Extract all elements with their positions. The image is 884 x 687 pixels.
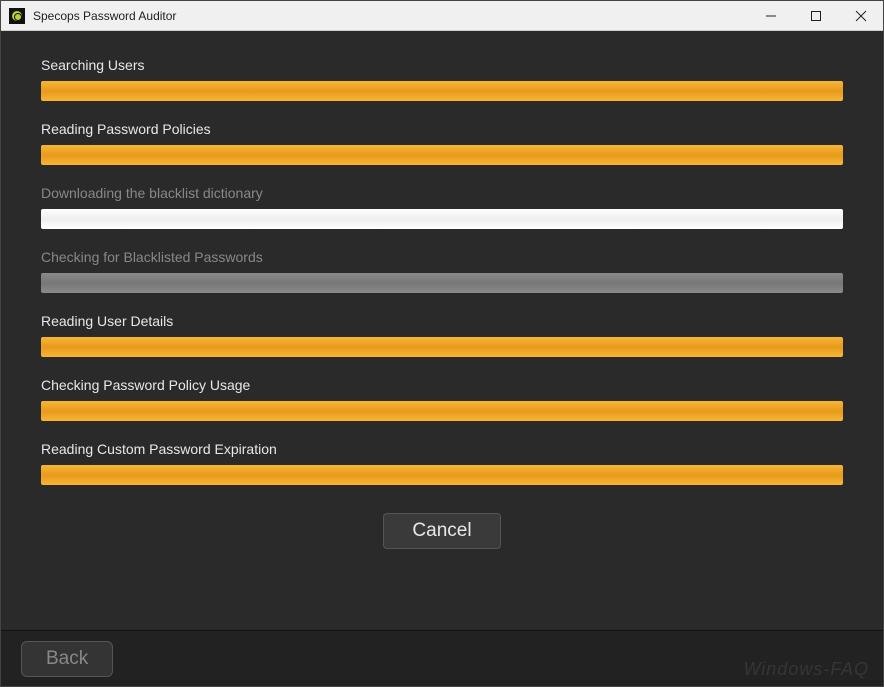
task-label: Downloading the blacklist dictionary <box>41 185 843 201</box>
progress-bar <box>41 273 843 293</box>
progress-bar <box>41 81 843 101</box>
cancel-button[interactable]: Cancel <box>383 513 500 549</box>
task-row: Reading Password Policies <box>41 121 843 165</box>
minimize-button[interactable] <box>748 1 793 30</box>
task-label: Reading Password Policies <box>41 121 843 137</box>
back-button[interactable]: Back <box>21 641 113 677</box>
progress-fill <box>41 209 843 229</box>
progress-bar <box>41 337 843 357</box>
progress-fill <box>41 465 843 485</box>
cancel-row: Cancel <box>41 513 843 549</box>
app-window: Specops Password Auditor Searching Users… <box>0 0 884 687</box>
task-row: Checking for Blacklisted Passwords <box>41 249 843 293</box>
progress-fill <box>41 273 843 293</box>
progress-bar <box>41 145 843 165</box>
task-label: Checking Password Policy Usage <box>41 377 843 393</box>
titlebar: Specops Password Auditor <box>1 1 883 31</box>
progress-fill <box>41 401 843 421</box>
task-label: Reading User Details <box>41 313 843 329</box>
task-label: Checking for Blacklisted Passwords <box>41 249 843 265</box>
watermark: Windows-FAQ <box>743 659 869 680</box>
close-button[interactable] <box>838 1 883 30</box>
task-row: Checking Password Policy Usage <box>41 377 843 421</box>
task-label: Reading Custom Password Expiration <box>41 441 843 457</box>
task-label: Searching Users <box>41 57 843 73</box>
progress-bar <box>41 401 843 421</box>
task-row: Searching Users <box>41 57 843 101</box>
app-icon <box>9 8 25 24</box>
progress-fill <box>41 145 843 165</box>
maximize-button[interactable] <box>793 1 838 30</box>
footer: Back Windows-FAQ <box>1 630 883 686</box>
progress-fill <box>41 81 843 101</box>
task-row: Reading User Details <box>41 313 843 357</box>
progress-bar <box>41 209 843 229</box>
progress-fill <box>41 337 843 357</box>
window-controls <box>748 1 883 30</box>
task-row: Reading Custom Password Expiration <box>41 441 843 485</box>
content-area: Searching Users Reading Password Policies… <box>1 31 883 686</box>
progress-bar <box>41 465 843 485</box>
task-row: Downloading the blacklist dictionary <box>41 185 843 229</box>
window-title: Specops Password Auditor <box>33 9 748 23</box>
